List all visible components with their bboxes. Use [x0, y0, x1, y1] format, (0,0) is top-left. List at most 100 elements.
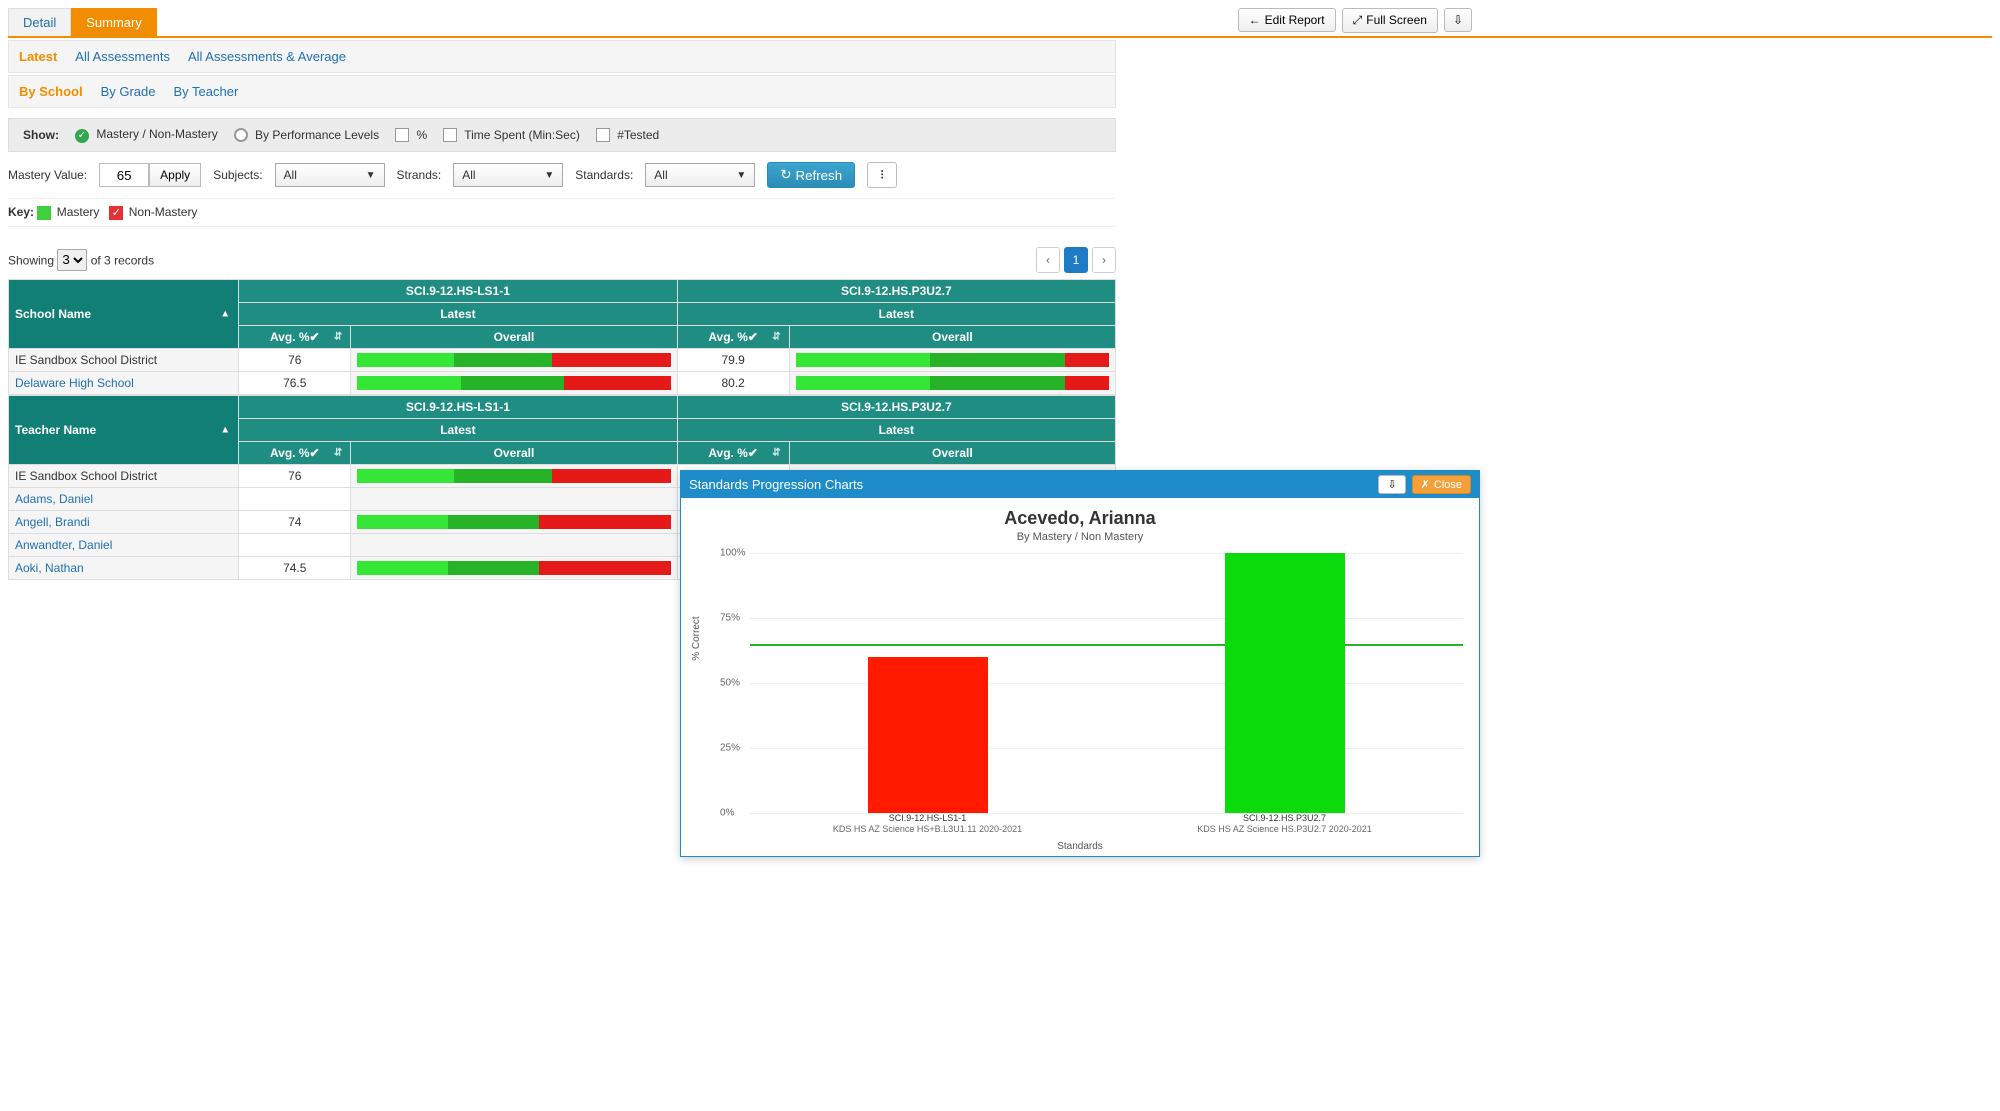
chart-bar [868, 657, 988, 813]
chevron-down-icon: ▼ [736, 170, 746, 181]
sort-icon: ⇵ [772, 331, 780, 342]
tab-detail[interactable]: Detail [8, 8, 71, 36]
chart-tick: 50% [720, 678, 740, 689]
entity-link[interactable]: Angell, Brandi [15, 515, 90, 529]
std2-header: SCI.9-12.HS.P3U2.7 [677, 279, 1115, 302]
page-size-select[interactable]: 3 [57, 249, 87, 271]
opt-time-label: Time Spent (Min:Sec) [464, 128, 580, 142]
mastery-swatch [37, 206, 51, 220]
tab-summary[interactable]: Summary [71, 8, 157, 36]
chart-bar [1225, 553, 1345, 813]
legend-label: Key: [8, 205, 34, 219]
expand-icon: ⤢ [1353, 13, 1363, 28]
std2-avg-header[interactable]: Avg. %✔⇵ [677, 325, 789, 348]
popup-close-label: Close [1434, 479, 1462, 491]
mastery-bar-cell [789, 371, 1115, 394]
assessment-filter-row: Latest All Assessments All Assessments & A… [8, 40, 1116, 73]
row-name-cell[interactable]: Aoki, Nathan [9, 556, 239, 579]
mastery-bar-cell [789, 348, 1115, 371]
teacher-name-header[interactable]: Teacher Name ▲ [9, 395, 239, 464]
standards-label: Standards: [575, 168, 633, 182]
popup-download-button[interactable]: ⇩ [1378, 475, 1405, 494]
subjects-select[interactable]: All ▼ [275, 163, 385, 187]
t-std2-avg-header[interactable]: Avg. %✔⇵ [677, 441, 789, 464]
showing-suffix: of 3 records [91, 253, 154, 267]
avg-cell: 76 [239, 348, 351, 371]
mastery-bar-cell [351, 487, 677, 510]
t-std1-period: Latest [239, 418, 677, 441]
school-table: School Name ▲ SCI.9-12.HS-LS1-1 SCI.9-12… [8, 279, 1116, 395]
chart-xcat: SCI.9-12.HS-LS1-1KDS HS AZ Science HS+B.… [749, 813, 1106, 835]
std1-period: Latest [239, 302, 677, 325]
refresh-button[interactable]: ↻ Refresh [767, 162, 855, 188]
opt-performance-levels[interactable]: By Performance Levels [234, 128, 379, 143]
showing-prefix: Showing [8, 253, 54, 267]
refresh-icon: ↻ [780, 167, 791, 183]
opt-tested-label: #Tested [617, 128, 659, 142]
show-options-row: Show: ✓ Mastery / Non-Mastery By Perform… [8, 118, 1116, 152]
mastery-bar-cell [351, 556, 677, 579]
filter-item[interactable]: All Assessments [75, 49, 170, 64]
opt-perf-label: By Performance Levels [255, 128, 379, 142]
close-icon: ✗ [1421, 478, 1430, 491]
popup-title: Standards Progression Charts [689, 477, 863, 492]
row-name-cell[interactable]: Anwandter, Daniel [9, 533, 239, 556]
mastery-bar-cell [351, 371, 677, 394]
entity-link[interactable]: Aoki, Nathan [15, 561, 84, 575]
chart-popup: Standards Progression Charts ⇩ ✗ Close A… [680, 470, 1480, 857]
opt-tested[interactable]: #Tested [596, 128, 659, 143]
opt-time-spent[interactable]: Time Spent (Min:Sec) [443, 128, 580, 143]
std1-header: SCI.9-12.HS-LS1-1 [239, 279, 677, 302]
strands-value: All [462, 168, 475, 182]
checkbox-empty-icon [443, 128, 457, 142]
entity-link[interactable]: Anwandter, Daniel [15, 538, 112, 552]
edit-report-button[interactable]: ← Edit Report [1238, 8, 1336, 32]
standards-select[interactable]: All ▼ [645, 163, 755, 187]
dotplot-button[interactable]: ⁝ [867, 162, 897, 188]
chart-xcategories: SCI.9-12.HS-LS1-1KDS HS AZ Science HS+B.… [749, 813, 1463, 835]
avg-cell [239, 533, 351, 556]
row-name-cell[interactable]: Angell, Brandi [9, 510, 239, 533]
popup-body: Acevedo, Arianna By Mastery / Non Master… [681, 498, 1479, 856]
t-std1-avg-header[interactable]: Avg. %✔⇵ [239, 441, 351, 464]
radio-empty-icon [234, 128, 248, 142]
download-icon: ⇩ [1387, 479, 1396, 491]
chart-tick: 0% [720, 808, 734, 819]
download-button[interactable]: ⇩ [1444, 8, 1472, 32]
filter-item[interactable]: By Grade [101, 84, 156, 99]
opt-mastery[interactable]: ✓ Mastery / Non-Mastery [75, 127, 218, 143]
strands-label: Strands: [397, 168, 442, 182]
row-name-cell[interactable]: Adams, Daniel [9, 487, 239, 510]
apply-button[interactable]: Apply [149, 163, 201, 187]
row-name-cell[interactable]: Delaware High School [9, 371, 239, 394]
chevron-down-icon: ▼ [544, 170, 554, 181]
popup-close-button[interactable]: ✗ Close [1412, 475, 1471, 494]
chart-tick: 25% [720, 743, 740, 754]
download-icon: ⇩ [1453, 13, 1463, 27]
chart-subtitle: By Mastery / Non Mastery [687, 531, 1473, 543]
arrow-left-icon: ← [1249, 13, 1261, 27]
mastery-bar-cell [351, 510, 677, 533]
pager-prev[interactable]: ‹ [1036, 247, 1060, 273]
pager-next[interactable]: › [1092, 247, 1116, 273]
fullscreen-button[interactable]: ⤢ Full Screen [1342, 8, 1438, 33]
std1-avg-header[interactable]: Avg. %✔⇵ [239, 325, 351, 348]
subjects-label: Subjects: [213, 168, 262, 182]
pager-page-1[interactable]: 1 [1064, 247, 1088, 273]
entity-link[interactable]: Delaware High School [15, 376, 134, 390]
avg-cell: 76 [239, 464, 351, 487]
filter-item[interactable]: Latest [19, 49, 57, 64]
strands-select[interactable]: All ▼ [453, 163, 563, 187]
popup-header[interactable]: Standards Progression Charts ⇩ ✗ Close [681, 471, 1479, 498]
mastery-value-label: Mastery Value: [8, 168, 87, 182]
std2-period: Latest [677, 302, 1115, 325]
opt-percent[interactable]: % [395, 128, 427, 143]
filter-item[interactable]: All Assessments & Average [188, 49, 346, 64]
mastery-value-input[interactable] [99, 163, 149, 187]
filter-item[interactable]: By School [19, 84, 83, 99]
chart-plot-area: 0%25%50%75%100% [719, 553, 1463, 813]
school-name-header[interactable]: School Name ▲ [9, 279, 239, 348]
filter-item[interactable]: By Teacher [174, 84, 239, 99]
entity-link[interactable]: Adams, Daniel [15, 492, 93, 506]
nonmastery-legend: Non-Mastery [129, 205, 198, 219]
